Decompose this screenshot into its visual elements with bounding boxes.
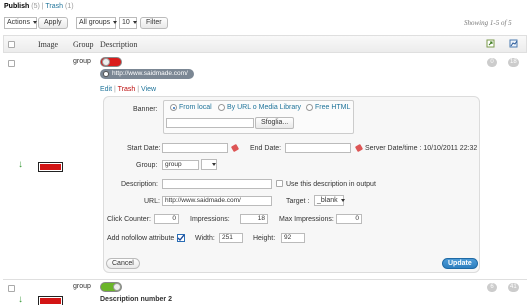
per-page-select[interactable]: 10	[119, 17, 137, 29]
chevron-down-icon	[32, 20, 37, 24]
description-input[interactable]	[162, 179, 272, 189]
toggle-knob	[102, 58, 110, 66]
chevron-down-icon	[132, 20, 137, 24]
cancel-button[interactable]: Cancel	[106, 258, 140, 269]
chevron-down-icon	[340, 198, 345, 202]
impressions-count-badge: 41	[508, 283, 519, 292]
target-value: _blank	[317, 197, 338, 204]
filter-button[interactable]: Filter	[140, 17, 168, 29]
arrow-down-icon: ↓	[18, 294, 23, 305]
row-divider	[3, 279, 527, 280]
bulk-actions-value: Actions	[7, 19, 30, 26]
target-select[interactable]: _blank	[314, 195, 345, 206]
row-description: Description number 2	[100, 296, 172, 303]
chevron-down-icon	[113, 20, 118, 24]
url-pill-text: http://www.saidmade.com/	[112, 70, 188, 77]
use-description-label: Use this description in output	[286, 181, 376, 188]
showing-count: Showing 1-5 of 5	[464, 19, 512, 27]
bulk-actions-select[interactable]: Actions	[4, 17, 37, 29]
view-link[interactable]: View	[141, 86, 156, 93]
impressions-column-icon	[509, 39, 519, 48]
start-date-label: Start Date:	[127, 145, 161, 152]
end-date-input[interactable]	[285, 143, 351, 153]
group-input[interactable]: group	[162, 160, 199, 170]
actions-sep: |	[137, 86, 140, 93]
radio-from-local[interactable]	[170, 104, 177, 111]
status-toggle[interactable]	[100, 282, 122, 292]
impressions-input[interactable]: 18	[240, 214, 268, 224]
banner-label: Banner:	[133, 106, 158, 113]
row-checkbox[interactable]	[8, 285, 15, 292]
start-date-input[interactable]	[162, 143, 228, 153]
trash-count: (1)	[65, 3, 74, 10]
radio-free-html-label: Free HTML	[315, 104, 351, 111]
max-impressions-label: Max Impressions:	[279, 216, 334, 223]
banner-thumbnail	[38, 162, 63, 172]
select-all-checkbox[interactable]	[8, 41, 15, 48]
server-datetime: Server Date/time : 10/10/2011 22:32	[365, 145, 478, 152]
url-input[interactable]: http://www.saidmade.com/	[162, 196, 272, 206]
update-button[interactable]: Update	[442, 258, 478, 269]
clicks-count-badge: 6	[487, 283, 497, 292]
width-input[interactable]: 251	[219, 233, 243, 243]
click-counter-label: Click Counter:	[107, 216, 151, 223]
check-icon	[177, 234, 185, 242]
end-date-label: End Date:	[250, 145, 282, 152]
trash-row-link[interactable]: Trash	[118, 86, 136, 93]
radio-from-local-label: From local	[179, 104, 212, 111]
clicks-count-badge: 0	[487, 58, 497, 67]
radio-free-html[interactable]	[306, 104, 313, 111]
banner-thumbnail	[38, 296, 63, 305]
radio-by-url-label: By URL o Media Library	[227, 104, 302, 111]
toggle-knob	[113, 283, 121, 291]
clicks-column-icon	[486, 39, 496, 48]
trash-link[interactable]: Trash	[45, 3, 63, 10]
row-group: group	[73, 283, 91, 290]
browse-button[interactable]: Sfoglia...	[255, 117, 295, 129]
target-label: Target :	[286, 198, 310, 205]
publish-link[interactable]: Publish	[4, 3, 29, 10]
group-label: Group:	[136, 162, 158, 169]
group-select[interactable]	[201, 159, 217, 170]
column-group: Group	[73, 40, 94, 49]
file-input[interactable]	[166, 118, 254, 128]
actions-sep: |	[114, 86, 116, 93]
row-group: group	[73, 58, 91, 65]
nofollow-checkbox[interactable]	[177, 234, 185, 242]
views-separator: |	[41, 3, 44, 10]
arrow-down-icon: ↓	[18, 159, 23, 170]
click-counter-input[interactable]: 0	[154, 214, 179, 224]
apply-button[interactable]: Apply	[38, 17, 68, 29]
publish-count: (5)	[31, 3, 40, 10]
impressions-label: Impressions:	[190, 216, 230, 223]
status-toggle[interactable]	[100, 57, 122, 67]
height-input[interactable]: 92	[281, 233, 305, 243]
column-description: Description	[100, 40, 138, 49]
groups-select[interactable]: All groups	[76, 17, 118, 29]
radio-by-url[interactable]	[218, 104, 225, 111]
description-label: Description:	[121, 181, 158, 188]
groups-value: All groups	[79, 19, 111, 26]
url-label: URL:	[144, 198, 160, 205]
per-page-value: 10	[122, 19, 130, 26]
views-bar: Publish (5) | Trash (1)	[4, 3, 74, 10]
column-image: Image	[38, 40, 58, 49]
impressions-count-badge: 18	[508, 58, 519, 67]
width-label: Width:	[195, 235, 215, 242]
height-label: Height:	[253, 235, 276, 242]
url-pill[interactable]: http://www.saidmade.com/	[100, 69, 194, 79]
max-impressions-input[interactable]: 0	[336, 214, 362, 224]
nofollow-label: Add nofollow attribute	[107, 235, 175, 242]
chevron-down-icon	[212, 162, 216, 166]
row-checkbox[interactable]	[8, 60, 15, 67]
edit-link[interactable]: Edit	[100, 86, 112, 93]
use-description-checkbox[interactable]	[276, 180, 283, 187]
link-icon	[103, 71, 109, 77]
row-actions: Edit | Trash | View	[100, 86, 156, 93]
